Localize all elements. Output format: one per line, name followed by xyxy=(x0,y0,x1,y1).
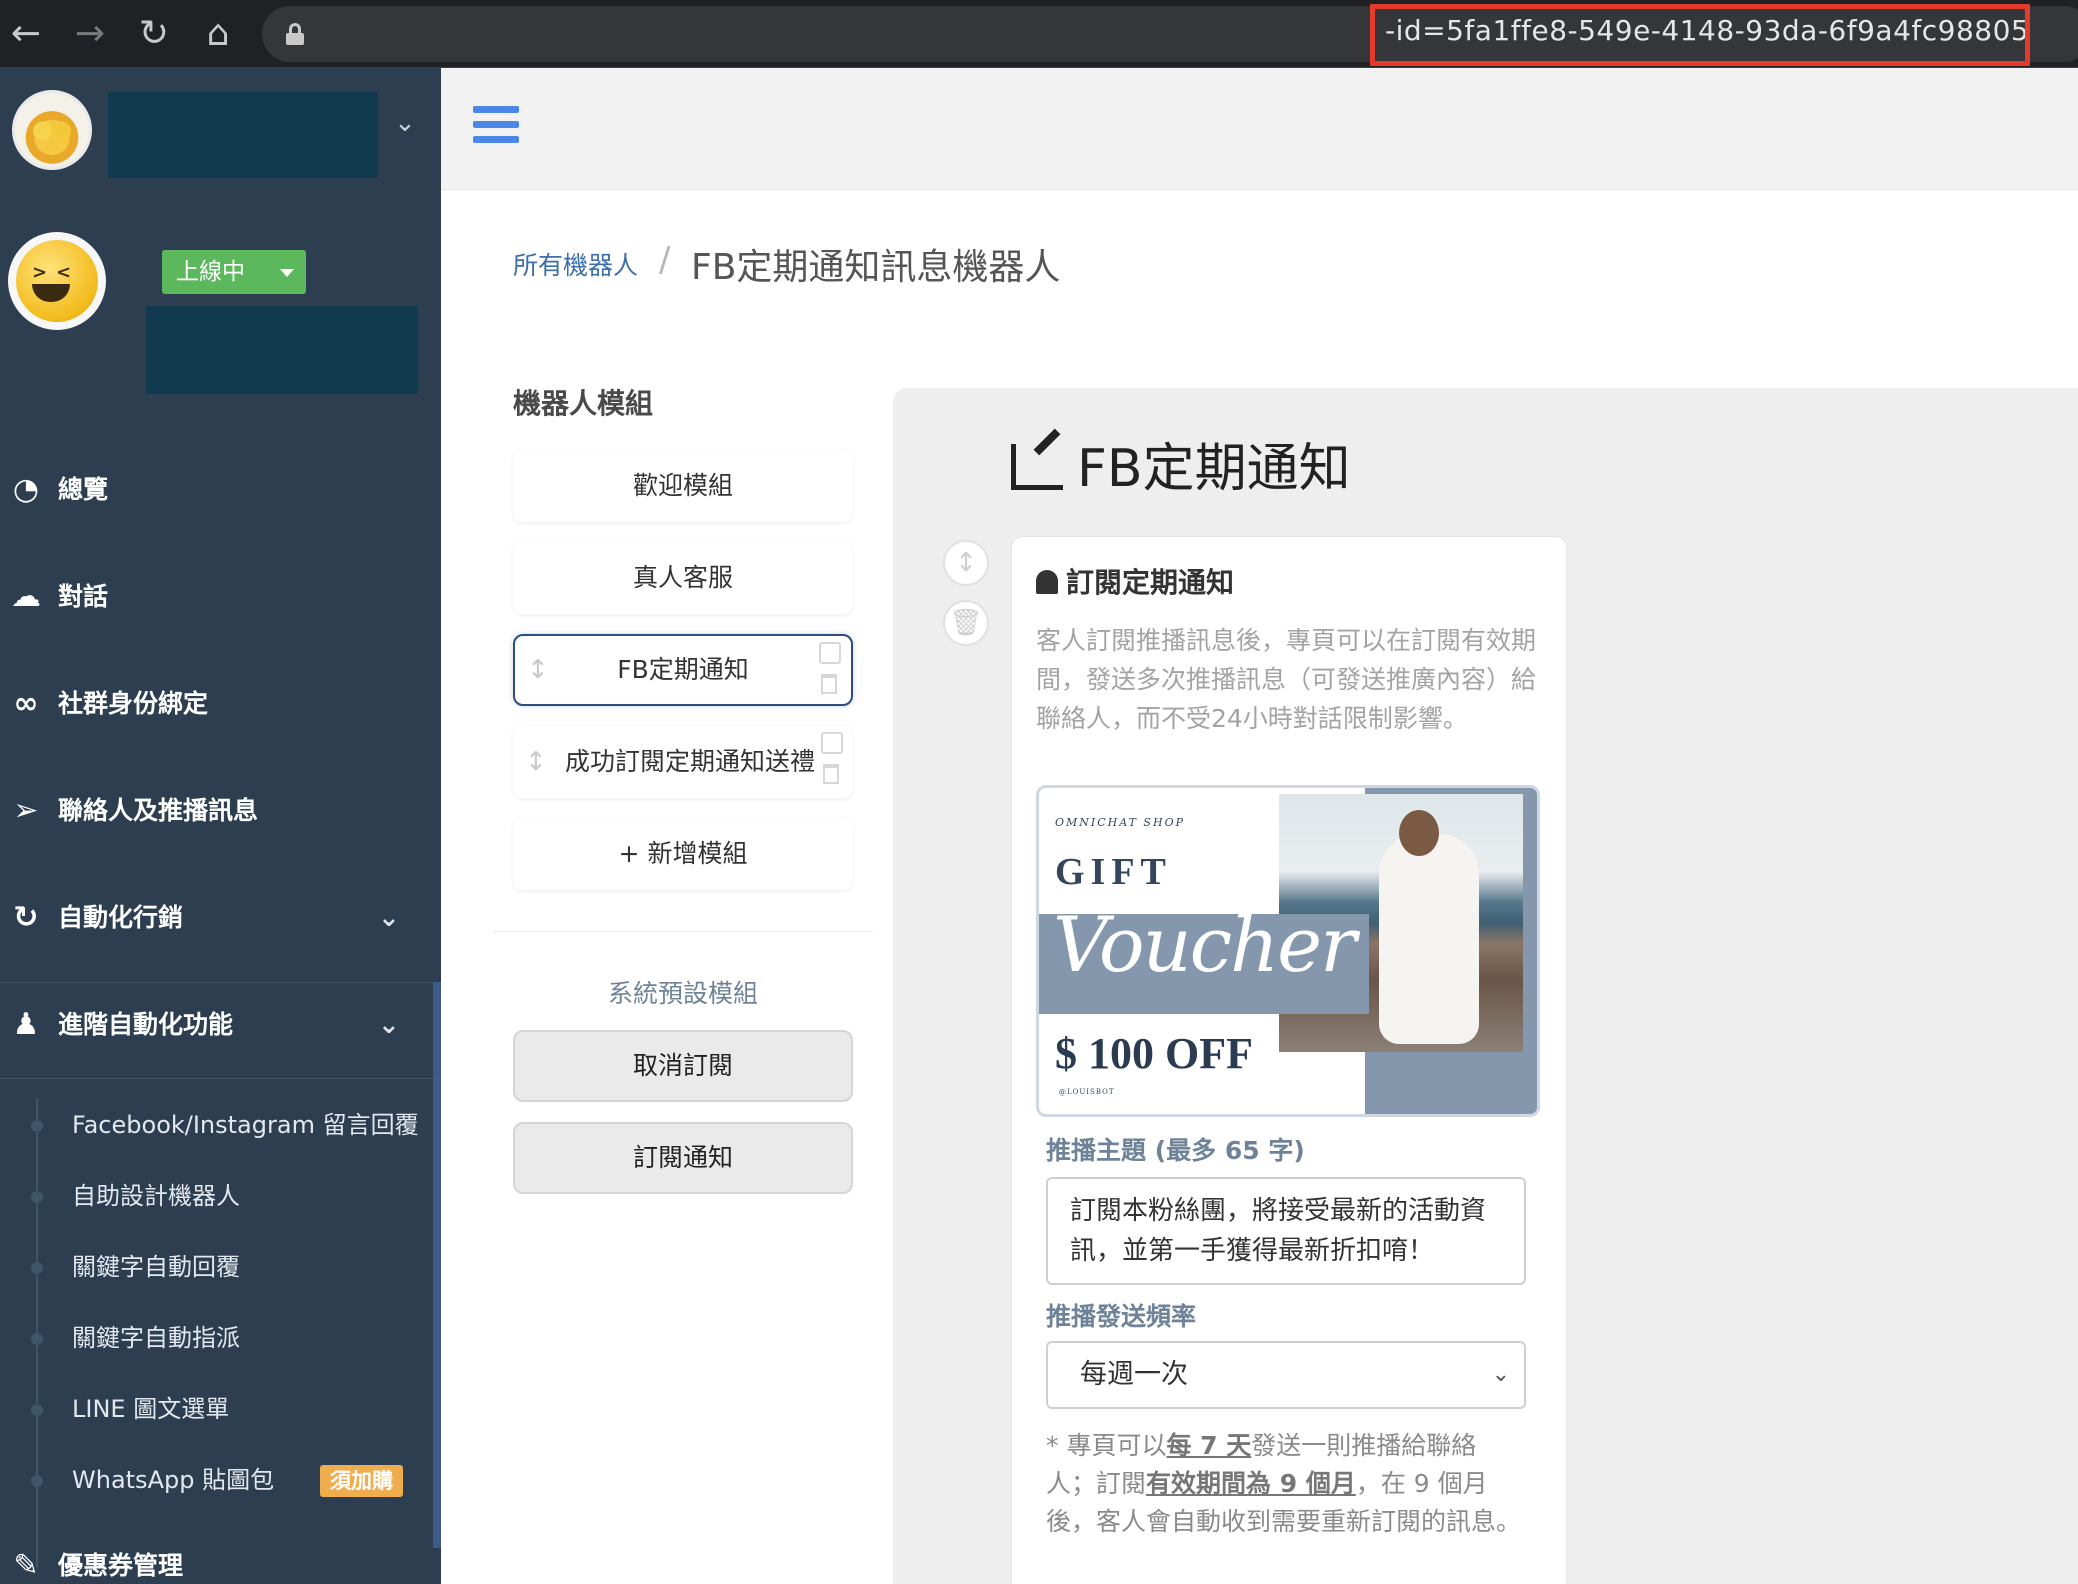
sidebar-subitem-whatsapp-stickers[interactable]: WhatsApp 貼圖包 須加購 xyxy=(0,1455,433,1505)
divider xyxy=(493,931,873,932)
system-module-subscribe-notice[interactable]: 訂閱通知 xyxy=(513,1122,853,1194)
voucher-gift-text: GIFT xyxy=(1055,851,1172,893)
module-fb-recurring-notification[interactable]: ↕ FB定期通知 xyxy=(513,634,853,706)
divider xyxy=(0,1078,433,1079)
module-live-agent[interactable]: 真人客服 xyxy=(513,542,853,614)
voucher-image[interactable]: OMNICHAT SHOP GIFT Voucher $ 100 OFF @LO… xyxy=(1036,785,1540,1117)
home-icon[interactable]: ⌂ xyxy=(196,12,240,56)
module-subscribe-gift[interactable]: ↕ 成功訂閱定期通知送禮 xyxy=(513,726,853,798)
brand-avatar[interactable] xyxy=(12,90,92,170)
addon-badge: 須加購 xyxy=(320,1465,403,1497)
user-avatar[interactable]: > < xyxy=(8,232,106,330)
module-label: 成功訂閱定期通知送禮 xyxy=(564,747,815,776)
bell-icon xyxy=(1036,570,1058,594)
delete-icon[interactable]: 🗑 xyxy=(943,600,989,646)
brand-name-redacted xyxy=(108,92,378,178)
sidebar-subitem-bot-builder[interactable]: 自助設計機器人 xyxy=(0,1171,433,1221)
android-icon: ♟ xyxy=(12,1007,40,1042)
module-editor: FB定期通知 ↕ 🗑 訂閱定期通知 客人訂閱推播訊息後，專頁可以在訂閱有效期間，… xyxy=(893,388,2078,1584)
page-title: FB定期通知訊息機器人 xyxy=(691,247,1061,288)
system-modules-heading: 系統預設模組 xyxy=(607,979,758,1008)
user-name-redacted xyxy=(146,306,418,394)
chevron-down-icon: ⌄ xyxy=(378,903,400,933)
sidebar-item-overview[interactable]: ◔ 總覽 xyxy=(0,458,441,522)
sidebar-item-advanced-automation[interactable]: ♟ 進階自動化功能 ⌄ xyxy=(0,993,441,1057)
sidebar-item-social-identity[interactable]: ∞ 社群身份綁定 xyxy=(0,672,441,736)
voucher-script-text: Voucher xyxy=(1053,900,1356,989)
active-indicator xyxy=(433,982,441,1548)
move-icon[interactable]: ↕ xyxy=(943,540,989,586)
link-icon: ∞ xyxy=(13,686,39,721)
caret-down-icon xyxy=(280,269,294,277)
voucher-handle: @LOUISBOT xyxy=(1059,1088,1115,1096)
sidebar-subitem-comment-reply[interactable]: Facebook/Instagram 留言回覆 xyxy=(0,1100,433,1150)
sidebar-subitem-keyword-assign[interactable]: 關鍵字自動指派 xyxy=(0,1313,433,1363)
chevron-down-icon: ⌄ xyxy=(1491,1362,1510,1387)
module-welcome[interactable]: 歡迎模組 xyxy=(513,450,853,522)
card-title: 訂閱定期通知 xyxy=(1036,561,1234,601)
ticket-icon: ✎ xyxy=(13,1548,39,1583)
top-header xyxy=(441,68,2078,190)
sidebar-subitem-keyword-reply[interactable]: 關鍵字自動回覆 xyxy=(0,1242,433,1292)
add-module-button[interactable]: + 新增模組 xyxy=(513,818,853,890)
online-status-dropdown[interactable]: 上線中 xyxy=(162,250,306,294)
breadcrumb-parent-link[interactable]: 所有機器人 xyxy=(513,246,638,282)
copy-icon[interactable] xyxy=(819,642,841,664)
frequency-label: 推播發送頻率 xyxy=(1046,1302,1197,1331)
module-label: FB定期通知 xyxy=(617,655,749,684)
trash-icon[interactable] xyxy=(823,764,839,784)
url-highlight-box xyxy=(1370,4,2030,66)
lock-icon xyxy=(286,23,304,45)
frequency-select[interactable]: 每週一次 ⌄ xyxy=(1046,1341,1526,1409)
editor-title[interactable]: FB定期通知 xyxy=(1011,426,1351,501)
modules-heading: 機器人模組 xyxy=(513,387,654,420)
drag-handle-icon[interactable]: ↕ xyxy=(525,726,547,798)
sidebar: ⌄ > < 上線中 ◔ 總覽 ☁ 對話 ∞ 社群身份綁定 ➢ 聯絡人及推播訊息 ↻… xyxy=(0,68,441,1584)
browser-toolbar: ← → ↻ ⌂ -id=5fa1ffe8-549e-4148-93da-6f9a… xyxy=(0,0,2078,68)
main-content: 所有機器人 / FB定期通知訊息機器人 機器人模組 歡迎模組 真人客服 ↕ FB… xyxy=(441,190,2078,1584)
drag-handle-icon[interactable]: ↕ xyxy=(527,636,549,704)
topic-textarea[interactable]: 訂閱本粉絲團，將接受最新的活動資訊，並第一手獲得最新折扣唷！ xyxy=(1046,1177,1526,1285)
topic-label: 推播主題 (最多 65 字) xyxy=(1046,1136,1305,1165)
edit-icon xyxy=(1011,444,1063,490)
subscription-card: 訂閱定期通知 客人訂閱推播訊息後，專頁可以在訂閱有效期間，發送多次推播訊息（可發… xyxy=(1011,536,1567,1584)
back-icon[interactable]: ← xyxy=(4,12,48,56)
sidebar-item-marketing-automation[interactable]: ↻ 自動化行銷 ⌄ xyxy=(0,886,441,950)
refresh-icon: ↻ xyxy=(13,900,39,935)
status-label: 上線中 xyxy=(176,259,245,285)
sidebar-subitem-line-richmenu[interactable]: LINE 圖文選單 xyxy=(0,1384,433,1434)
trash-icon[interactable] xyxy=(821,674,837,694)
voucher-shop-name: OMNICHAT SHOP xyxy=(1055,816,1185,829)
card-description: 客人訂閱推播訊息後，專頁可以在訂閱有效期間，發送多次推播訊息（可發送推廣內容）給… xyxy=(1036,626,1537,733)
sidebar-item-conversations[interactable]: ☁ 對話 xyxy=(0,565,441,629)
chevron-down-icon[interactable]: ⌄ xyxy=(394,108,424,138)
sidebar-item-contacts-broadcast[interactable]: ➢ 聯絡人及推播訊息 xyxy=(0,779,441,843)
forward-icon[interactable]: → xyxy=(68,12,112,56)
dashboard-icon: ◔ xyxy=(12,472,40,507)
paper-plane-icon: ➢ xyxy=(13,793,39,828)
copy-icon[interactable] xyxy=(821,732,843,754)
chevron-down-icon: ⌄ xyxy=(378,1010,400,1040)
hamburger-menu-icon[interactable] xyxy=(473,106,519,146)
reload-icon[interactable]: ↻ xyxy=(132,12,176,56)
chat-icon: ☁ xyxy=(11,579,41,614)
frequency-note: * 專頁可以每 7 天發送一則推播給聯絡人；訂閱有效期間為 9 個月，在 9 個… xyxy=(1046,1431,1522,1536)
breadcrumb-separator: / xyxy=(659,240,671,280)
voucher-price: $ 100 OFF xyxy=(1055,1029,1253,1078)
sidebar-item-coupons[interactable]: ✎ 優惠券管理 xyxy=(0,1534,441,1584)
system-module-unsubscribe[interactable]: 取消訂閱 xyxy=(513,1030,853,1102)
